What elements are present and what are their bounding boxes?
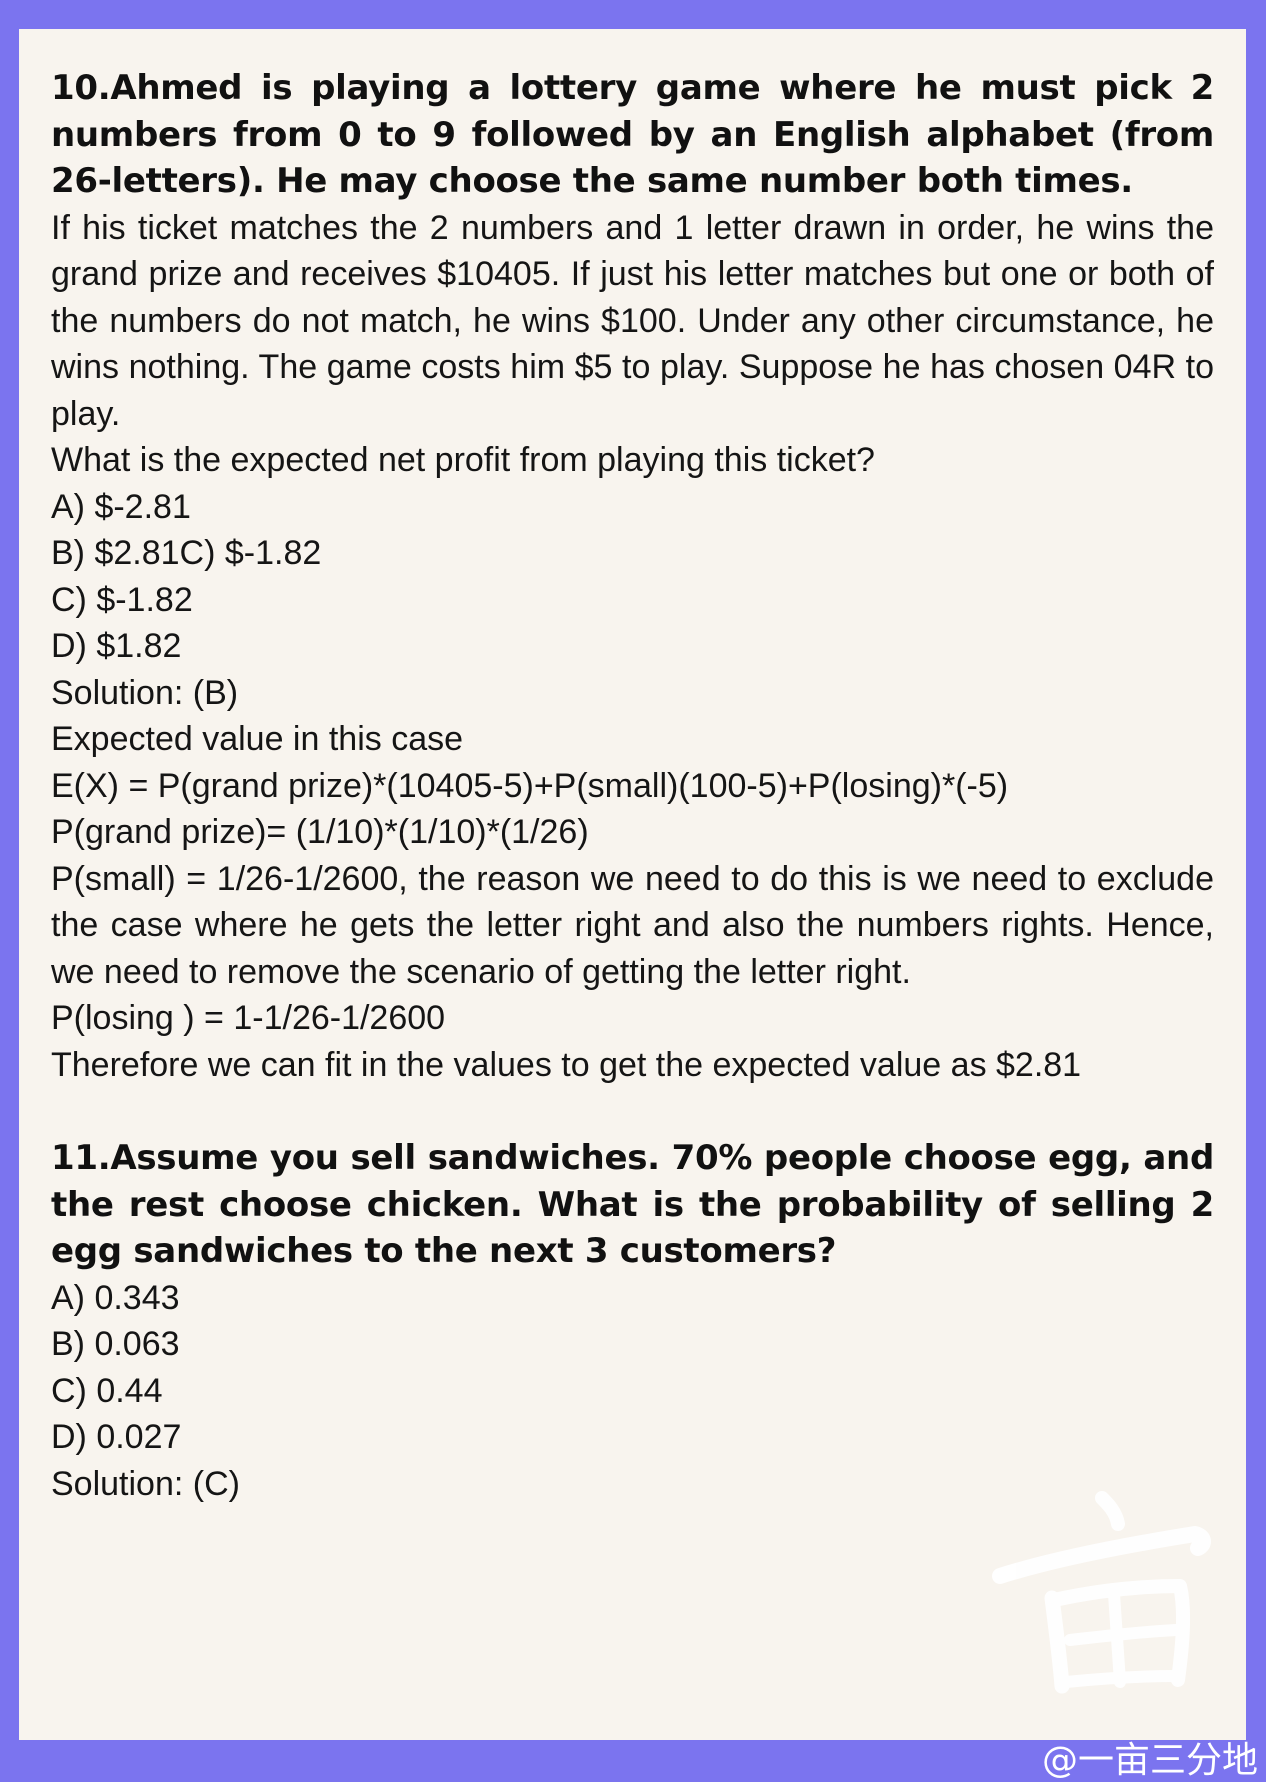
losing-probability: P(losing ) = 1-1/26-1/2600 [51, 999, 446, 1037]
solution-step: Expected value in this case [51, 720, 464, 758]
question-10-body: If his ticket matches the 2 numbers and … [51, 208, 1214, 433]
question-11-option-a: A) 0.343 [51, 1278, 180, 1317]
question-11-option-b: B) 0.063 [51, 1325, 180, 1363]
question-10-solution: Solution: (B) [51, 673, 239, 712]
question-10-option-a: A) $-2.81 [51, 487, 191, 526]
question-11-heading: 11.Assume you sell sandwiches. 70% peopl… [51, 1138, 1214, 1271]
grand-prize-probability: P(grand prize)= (1/10)*(1/10)*(1/26) [51, 813, 589, 851]
document-card: 10.Ahmed is playing a lottery game where… [19, 29, 1246, 1740]
question-10-option-c: C) $-1.82 [51, 580, 193, 619]
question-10-conclusion: Therefore we can fit in the values to ge… [51, 1045, 1082, 1084]
question-11-option-c: C) 0.44 [51, 1371, 163, 1410]
question-10-option-b: B) $2.81C) $-1.82 [51, 534, 322, 572]
small-prize-explanation: P(small) = 1/26-1/2600, the reason we ne… [51, 859, 1214, 991]
expected-value-formula: E(X) = P(grand prize)*(10405-5)+P(small)… [51, 766, 1009, 805]
mu-seal-watermark-icon [992, 1491, 1211, 1694]
question-10-prompt: What is the expected net profit from pla… [51, 441, 875, 479]
question-10-heading: 10.Ahmed is playing a lottery game where… [51, 68, 1214, 201]
question-11-option-d: D) 0.027 [51, 1418, 182, 1456]
author-credit: @一亩三分地 [1041, 1740, 1258, 1781]
question-10-option-d: D) $1.82 [51, 627, 182, 665]
